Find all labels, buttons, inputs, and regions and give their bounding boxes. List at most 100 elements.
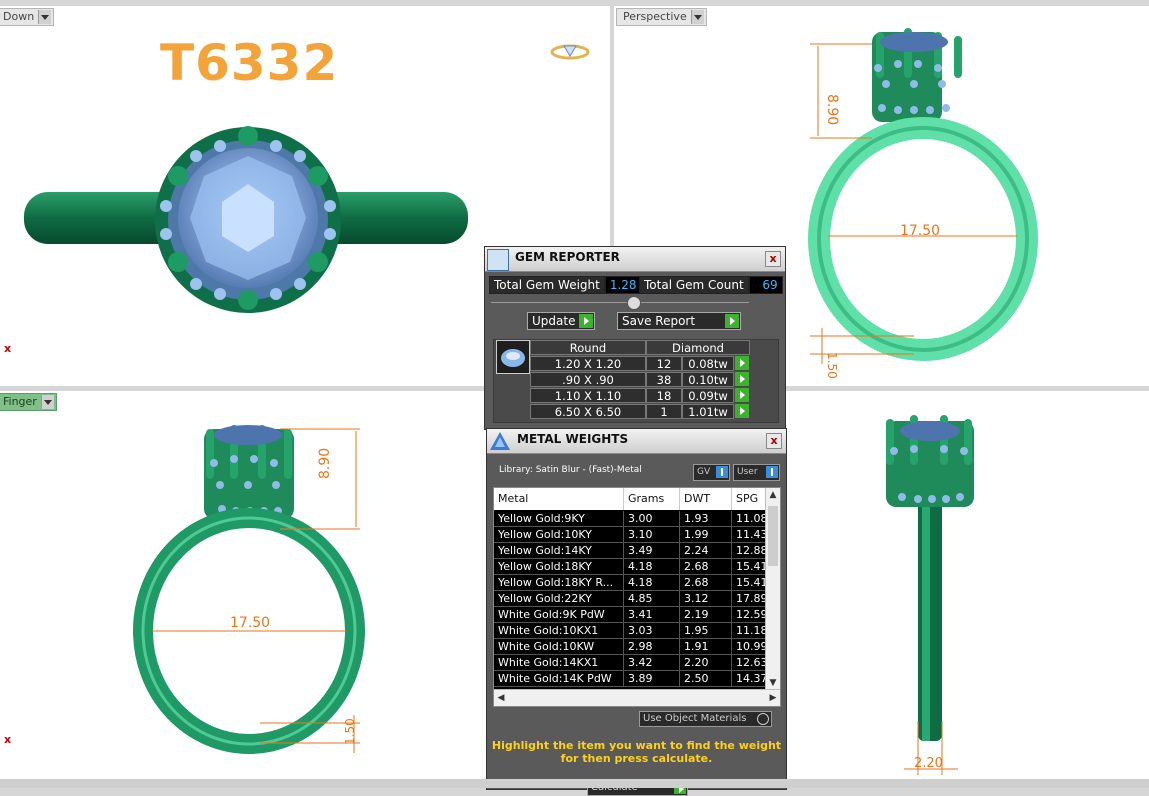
- use-object-materials-label: Use Object Materials: [643, 713, 747, 724]
- metal-table-row[interactable]: Yellow Gold:14KY 3.49 2.24 12.88: [494, 543, 766, 559]
- metal-spg-cell: 11.08: [732, 511, 766, 527]
- gem-tw-cell: 0.10tw: [682, 372, 734, 387]
- collapse-handle[interactable]: [627, 296, 641, 310]
- metal-table-row[interactable]: Yellow Gold:18KY 4.18 2.68 15.41: [494, 559, 766, 575]
- metal-table-row[interactable]: Yellow Gold:9KY 3.00 1.93 11.08: [494, 511, 766, 527]
- close-button[interactable]: x: [765, 251, 781, 267]
- dim-height: 8.90: [824, 94, 840, 125]
- metal-grams-cell: 4.18: [624, 575, 680, 591]
- metal-grams-cell: 4.18: [624, 559, 680, 575]
- total-gem-count: Total Gem Count 69: [639, 276, 783, 294]
- metal-spg-cell: 11.43: [732, 527, 766, 543]
- close-button[interactable]: x: [766, 433, 782, 449]
- metal-dwt-cell: 2.68: [680, 559, 732, 575]
- metal-grams-cell: 4.85: [624, 591, 680, 607]
- gem-reporter-panel: GEM REPORTER x Total Gem Weight 1.28 Tot…: [484, 246, 786, 430]
- metal-grams-cell: 3.49: [624, 543, 680, 559]
- metal-spg-cell: 12.59: [732, 607, 766, 623]
- metal-weights-titlebar[interactable]: METAL WEIGHTS x: [487, 429, 786, 454]
- metal-spg-cell: 10.99: [732, 639, 766, 655]
- gv-label: GV: [697, 467, 711, 477]
- scroll-left-icon[interactable]: ◀: [494, 690, 508, 706]
- metal-spg-cell: 15.41: [732, 575, 766, 591]
- gem-material-header: Diamond: [646, 340, 750, 355]
- metal-table-row[interactable]: Yellow Gold:10KY 3.10 1.99 11.43: [494, 527, 766, 543]
- metal-dwt-cell: 1.91: [680, 639, 732, 655]
- gem-table: Round Diamond 1.20 X 1.20 12 0.08tw .90 X .90…: [493, 339, 779, 423]
- use-object-materials-dropdown[interactable]: Use Object Materials: [639, 711, 772, 727]
- metal-table-row[interactable]: Yellow Gold:18KY R... 4.18 2.68 15.41: [494, 575, 766, 591]
- metal-dwt-cell: 2.19: [680, 607, 732, 623]
- scroll-down-icon[interactable]: ▼: [766, 676, 780, 690]
- metal-spg-cell: 12.88: [732, 543, 766, 559]
- scroll-right-icon[interactable]: ▶: [766, 690, 780, 706]
- update-button[interactable]: Update: [527, 312, 595, 330]
- metal-metal-cell: White Gold:14KX1: [494, 655, 624, 671]
- divider: [491, 302, 749, 303]
- horizontal-scrollbar[interactable]: ◀ ▶: [494, 689, 780, 706]
- metal-dwt-cell: 2.68: [680, 575, 732, 591]
- dim-thickness: 1.50: [343, 718, 357, 745]
- round-gem-icon: [496, 340, 530, 374]
- metal-grams-cell: 3.00: [624, 511, 680, 527]
- metal-column-header[interactable]: Metal: [494, 488, 624, 510]
- metal-table-header: Metal Grams DWT SPG: [494, 488, 766, 510]
- gem-reporter-icon: [487, 249, 509, 271]
- metal-spg-cell: 15.41: [732, 559, 766, 575]
- metal-table-row[interactable]: Yellow Gold:22KY 4.85 3.12 17.89: [494, 591, 766, 607]
- gem-size-cell: .90 X .90: [530, 372, 646, 387]
- gem-count-cell: 38: [646, 372, 682, 387]
- metal-table-row[interactable]: White Gold:14KX1 3.42 2.20 12.63: [494, 655, 766, 671]
- dropdown-icon: [716, 466, 728, 478]
- play-icon: [725, 314, 739, 328]
- gem-size-cell: 1.20 X 1.20: [530, 356, 646, 371]
- metal-column-header[interactable]: Grams: [624, 488, 680, 510]
- select-gem-row-button[interactable]: [735, 404, 749, 418]
- metal-metal-cell: Yellow Gold:22KY: [494, 591, 624, 607]
- metal-table[interactable]: Metal Grams DWT SPG Yellow Gold:9KY 3.00 1.93…: [493, 487, 781, 707]
- metal-metal-cell: Yellow Gold:14KY: [494, 543, 624, 559]
- metal-column-header[interactable]: DWT: [680, 488, 732, 510]
- gem-shape-header: Round: [530, 340, 646, 355]
- dim-inner-diameter: 17.50: [230, 615, 270, 631]
- scroll-up-icon[interactable]: ▲: [766, 488, 780, 502]
- metal-grams-cell: 3.03: [624, 623, 680, 639]
- select-gem-row-button[interactable]: [735, 388, 749, 402]
- metal-table-row[interactable]: White Gold:10KW 2.98 1.91 10.99: [494, 639, 766, 655]
- metal-dwt-cell: 2.20: [680, 655, 732, 671]
- metal-metal-cell: White Gold:10KW: [494, 639, 624, 655]
- metal-grams-cell: 3.42: [624, 655, 680, 671]
- metal-table-row[interactable]: White Gold:9K PdW 3.41 2.19 12.59: [494, 607, 766, 623]
- metal-dwt-cell: 3.12: [680, 591, 732, 607]
- user-label: User: [737, 467, 758, 477]
- metal-column-header[interactable]: SPG: [732, 488, 766, 510]
- status-strip: [0, 779, 1149, 788]
- dim-thickness: 1.50: [825, 352, 839, 379]
- vertical-scrollbar[interactable]: ▲ ▼: [765, 488, 780, 690]
- metal-dwt-cell: 1.93: [680, 511, 732, 527]
- gem-reporter-titlebar[interactable]: GEM REPORTER x: [485, 247, 785, 272]
- metal-table-row[interactable]: White Gold:14K PdW 3.89 2.50 14.37: [494, 671, 766, 687]
- user-dropdown[interactable]: User: [733, 464, 780, 481]
- select-gem-row-button[interactable]: [735, 356, 749, 370]
- metal-grams-cell: 3.41: [624, 607, 680, 623]
- select-gem-row-button[interactable]: [735, 372, 749, 386]
- axis-marker: x: [4, 733, 12, 746]
- metal-metal-cell: Yellow Gold:18KY R...: [494, 575, 624, 591]
- gem-size-cell: 6.50 X 6.50: [530, 404, 646, 419]
- scroll-thumb[interactable]: [768, 506, 778, 566]
- dim-height: 8.90: [317, 448, 333, 479]
- gem-size-cell: 1.10 X 1.10: [530, 388, 646, 403]
- dropdown-icon: [766, 466, 778, 478]
- metal-metal-cell: White Gold:9K PdW: [494, 607, 624, 623]
- gem-tw-cell: 0.08tw: [682, 356, 734, 371]
- metal-spg-cell: 14.37: [732, 671, 766, 687]
- save-report-button[interactable]: Save Report: [617, 312, 741, 330]
- gv-dropdown[interactable]: GV: [693, 464, 730, 481]
- total-gem-weight: Total Gem Weight 1.28: [489, 276, 642, 294]
- update-label: Update: [532, 314, 576, 328]
- gem-count-cell: 1: [646, 404, 682, 419]
- gem-tw-cell: 1.01tw: [682, 404, 734, 419]
- total-weight-label: Total Gem Weight: [489, 276, 605, 294]
- metal-table-row[interactable]: White Gold:10KX1 3.03 1.95 11.18: [494, 623, 766, 639]
